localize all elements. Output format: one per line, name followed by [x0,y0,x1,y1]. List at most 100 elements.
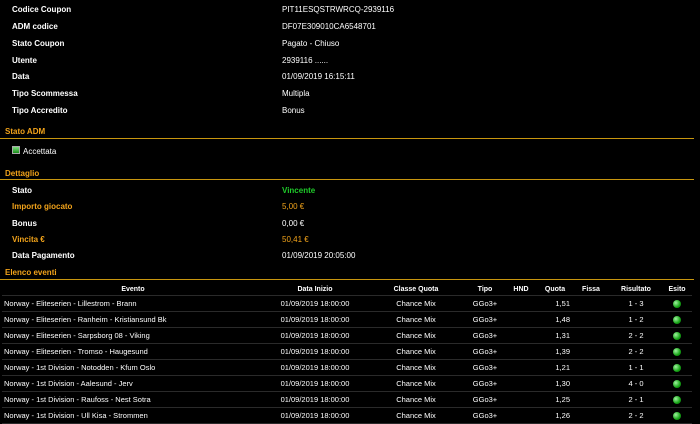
info-row-stato: Stato Coupon Pagato - Chiuso [0,36,700,52]
header-classe-quota: Classe Quota [393,285,439,293]
detail-row-importo: Importo giocato 5,00 € [0,199,700,215]
evento: Norway - Eliteserien - Tromso - Haugesun… [2,343,264,360]
evento: Norway - Eliteserien - Ranheim - Kristia… [2,311,264,328]
detail-row-bonus: Bonus 0,00 € [0,216,700,232]
section-title-stato-adm: Stato ADM [5,127,46,136]
risultato: 2 - 2 [610,327,662,344]
value: 01/09/2019 20:05:00 [282,251,356,260]
header-tipo: Tipo [477,285,493,293]
value: 0,00 € [282,219,305,228]
accepted-icon [12,146,20,154]
data-inizio: 01/09/2019 18:00:00 [264,295,366,312]
risultato: 2 - 2 [610,343,662,360]
info-row-utente: Utente 2939116 ...... [0,53,700,69]
data-inizio: 01/09/2019 18:00:00 [264,343,366,360]
win-icon [673,316,681,324]
adm-status: Accettata [23,147,57,156]
detail-row-vincita: Vincita € 50,41 € [0,232,700,248]
detail-row-stato: Stato Vincente [0,183,700,199]
table-row: Norway - Eliteserien - Tromso - Haugesun… [2,343,692,360]
classe-quota: Chance Mix [366,375,466,392]
events-table: Evento Data Inizio Classe Quota Tipo HND… [2,283,692,424]
label: Bonus [12,219,37,228]
fissa [572,295,610,312]
tipo: GGo3+ [466,359,504,376]
win-icon [673,380,681,388]
table-row: Norway - 1st Division - Aalesund - Jerv … [2,375,692,392]
esito [662,407,692,424]
win-icon [673,364,681,372]
value: PIT11ESQSTRWRCQ-2939116 [282,5,395,14]
label: Importo giocato [12,202,73,211]
tipo: GGo3+ [466,391,504,408]
value: 01/09/2019 16:15:11 [282,72,355,81]
fissa [572,391,610,408]
label: Tipo Scommessa [12,89,78,98]
label: Utente [12,56,37,65]
tipo: GGo3+ [466,295,504,312]
info-row-codice: Codice Coupon PIT11ESQSTRWRCQ-2939116 [0,2,700,18]
risultato: 2 - 2 [610,407,662,424]
info-row-adm: ADM codice DF07E309010CA6548701 [0,19,700,35]
section-title-eventi: Elenco eventi [5,268,57,277]
classe-quota: Chance Mix [366,407,466,424]
tipo: GGo3+ [466,375,504,392]
classe-quota: Chance Mix [366,359,466,376]
header-data-inizio: Data Inizio [297,285,333,293]
quota: 1,31 [538,327,572,344]
classe-quota: Chance Mix [366,311,466,328]
quota: 1,39 [538,343,572,360]
win-icon [673,396,681,404]
fissa [572,327,610,344]
esito [662,343,692,360]
hnd [504,391,538,408]
label: Stato [12,186,32,195]
label: Data [12,72,30,81]
data-inizio: 01/09/2019 18:00:00 [264,311,366,328]
risultato: 1 - 3 [610,295,662,312]
divider [0,279,694,280]
detail-row-pagamento: Data Pagamento 01/09/2019 20:05:00 [0,248,700,264]
divider [0,179,694,180]
info-row-tipo-scommessa: Tipo Scommessa Multipla [0,86,700,102]
info-row-data: Data 01/09/2019 16:15:11 [0,69,700,85]
table-row: Norway - 1st Division - Ull Kisa - Strom… [2,407,692,424]
win-icon [673,300,681,308]
tipo: GGo3+ [466,327,504,344]
label: Vincita € [12,235,45,244]
value: 50,41 € [282,235,309,244]
data-inizio: 01/09/2019 18:00:00 [264,391,366,408]
esito [662,375,692,392]
quota: 1,51 [538,295,572,312]
header-hnd: HND [513,285,529,293]
fissa [572,407,610,424]
quota: 1,25 [538,391,572,408]
classe-quota: Chance Mix [366,391,466,408]
fissa [572,359,610,376]
esito [662,391,692,408]
header-risultato: Risultato [621,285,651,293]
data-inizio: 01/09/2019 18:00:00 [264,407,366,424]
header-fissa: Fissa [582,285,600,293]
evento: Norway - 1st Division - Aalesund - Jerv [2,375,264,392]
hnd [504,359,538,376]
evento: Norway - Eliteserien - Lillestrom - Bran… [2,295,264,312]
label: ADM codice [12,22,58,31]
header-esito: Esito [668,285,686,293]
data-inizio: 01/09/2019 18:00:00 [264,327,366,344]
esito [662,327,692,344]
win-icon [673,412,681,420]
label: Tipo Accredito [12,106,68,115]
risultato: 4 - 0 [610,375,662,392]
value: DF07E309010CA6548701 [282,22,376,31]
label: Stato Coupon [12,39,65,48]
evento: Norway - 1st Division - Notodden - Kfum … [2,359,264,376]
win-icon [673,332,681,340]
evento: Norway - 1st Division - Ull Kisa - Strom… [2,407,264,424]
status-value: Vincente [282,186,316,195]
esito [662,295,692,312]
hnd [504,407,538,424]
quota: 1,48 [538,311,572,328]
hnd [504,311,538,328]
value: 5,00 € [282,202,305,211]
